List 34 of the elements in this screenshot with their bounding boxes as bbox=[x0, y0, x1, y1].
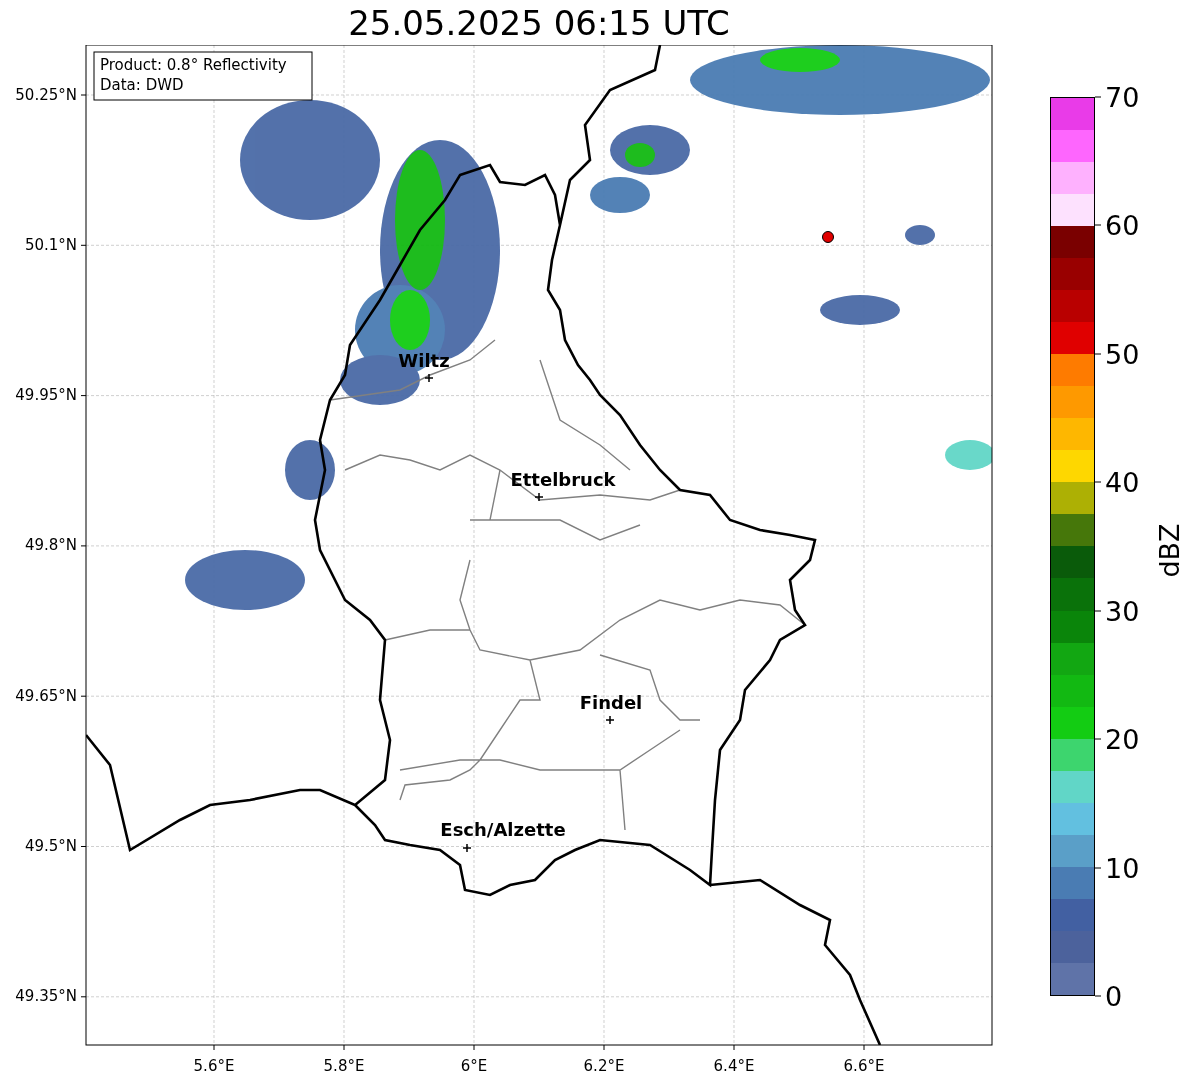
latitude-tick-label: 49.35°N bbox=[15, 987, 77, 1006]
colorbar-tick-label: 40 bbox=[1105, 468, 1140, 496]
latitude-tick-label: 50.25°N bbox=[15, 85, 77, 104]
colorbar-label: dBZ bbox=[1153, 523, 1184, 578]
plus-marker-icon bbox=[424, 373, 434, 383]
latitude-tick-label: 49.8°N bbox=[24, 536, 77, 555]
info-text: Data: DWD bbox=[100, 76, 184, 94]
city-label: Findel bbox=[579, 692, 643, 713]
city-label: Ettelbruck bbox=[510, 469, 616, 490]
longitude-tick-label: 5.6°E bbox=[193, 1056, 235, 1075]
marker-dot bbox=[822, 231, 834, 243]
longitude-tick-label: 6°E bbox=[460, 1056, 488, 1075]
city-label: Wiltz bbox=[398, 350, 450, 371]
latitude-tick-label: 49.95°N bbox=[15, 386, 77, 405]
longitude-tick-label: 5.8°E bbox=[323, 1056, 365, 1075]
plus-marker-icon bbox=[462, 843, 472, 853]
colorbar-tick-label: 10 bbox=[1105, 854, 1140, 882]
city-label: Esch/Alzette bbox=[440, 819, 566, 840]
longitude-tick-label: 6.6°E bbox=[843, 1056, 885, 1075]
plus-marker-icon bbox=[605, 715, 615, 725]
chart-title: 25.05.2025 06:15 UTC bbox=[348, 5, 730, 40]
longitude-tick-label: 6.2°E bbox=[583, 1056, 625, 1075]
latitude-tick-label: 50.1°N bbox=[24, 235, 77, 254]
latitude-tick-label: 49.5°N bbox=[24, 837, 77, 855]
colorbar-tick-label: 60 bbox=[1105, 211, 1140, 239]
latitude-tick-label: 49.65°N bbox=[15, 686, 77, 705]
info-text: Product: 0.8° Reflectivity bbox=[100, 56, 287, 74]
longitude-tick-label: 6.4°E bbox=[713, 1056, 755, 1075]
colorbar-tick-label: 50 bbox=[1105, 340, 1140, 368]
colorbar-tick-label: 30 bbox=[1105, 597, 1140, 625]
colorbar-tick-label: 20 bbox=[1105, 725, 1140, 753]
plus-marker-icon bbox=[534, 492, 544, 502]
colorbar-tick-label: 0 bbox=[1105, 982, 1123, 1010]
colorbar-tick-label: 70 bbox=[1105, 83, 1140, 111]
